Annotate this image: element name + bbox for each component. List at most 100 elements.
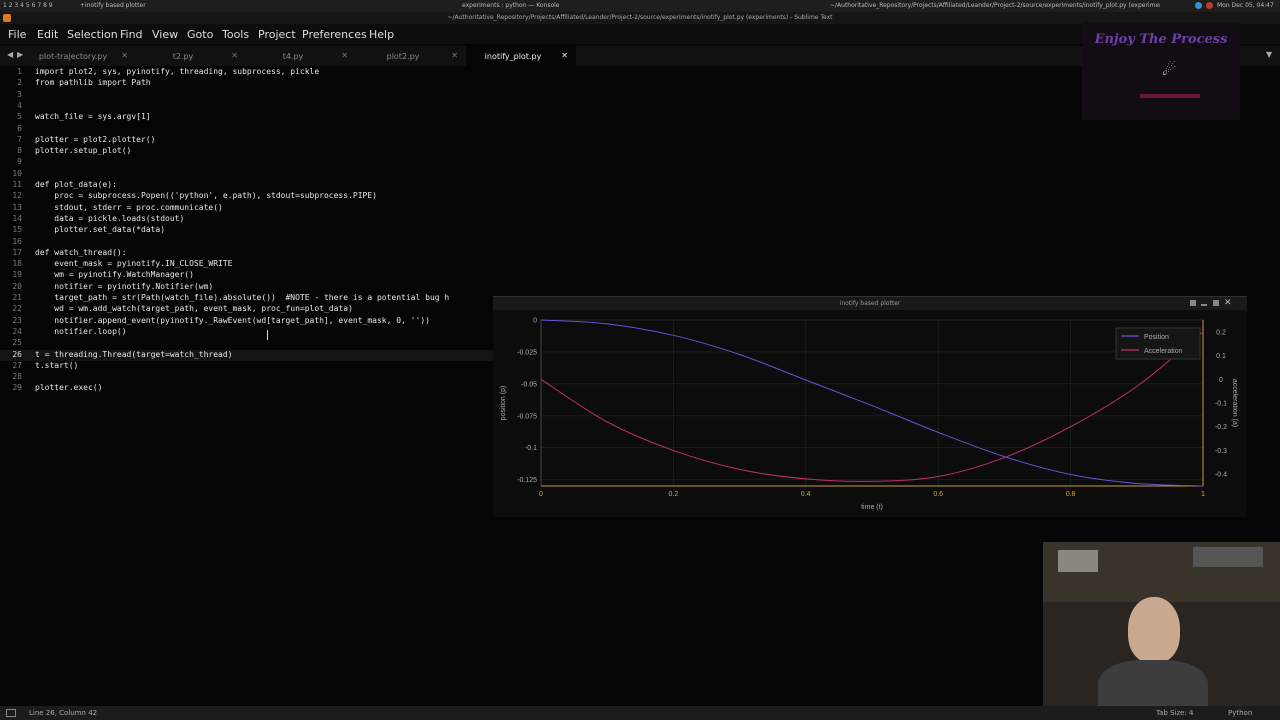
code-line: 14 data = pickle.loads(stdout) [0,214,490,225]
code-line: 21 target_path = str(Path(watch_file).ab… [0,293,490,304]
tab-plot2[interactable]: plot2.py ✕ [356,46,466,66]
menu-view[interactable]: View [152,28,178,41]
code-line: 15 plotter.set_data(*data) [0,225,490,236]
code-text: target_path = str(Path(watch_file).absol… [35,293,450,302]
y-tick-label-left: -0.075 [517,413,537,420]
code-line: 6 [0,124,490,135]
y-tick-label-right: -0.4 [1215,472,1227,479]
close-icon[interactable]: ✕ [1224,298,1232,308]
code-text: notifier.append_event(pyinotify._RawEven… [35,315,430,325]
x-tick-label: 0.8 [1066,491,1076,498]
tab-size[interactable]: Tab Size: 4 [1156,709,1193,717]
tab-label: t4.py [282,52,304,61]
line-number: 16 [12,236,22,246]
code-line: 7 plotter = plot2.plotter() [0,135,490,146]
menu-help[interactable]: Help [369,28,394,41]
webcam-equipment [1193,547,1263,567]
tab-label: plot-trajectory.py [38,52,108,61]
taskbar-window-plotter[interactable]: +inotify based plotter [80,2,146,9]
code-line: 4 [0,101,490,112]
menu-goto[interactable]: Goto [187,28,213,41]
workspace-switcher[interactable]: 1 2 3 4 5 6 7 8 9 [3,2,53,9]
plot-area [540,319,1204,487]
cursor-position: Line 26, Column 42 [29,709,98,717]
line-number: 24 [12,326,22,336]
line-number: 12 [12,191,22,201]
close-icon[interactable]: ✕ [231,51,238,60]
x-tick-label: 0.2 [669,491,679,498]
code-line: 10 [0,169,490,180]
y-tick-label-left: -0.05 [521,381,537,388]
tab-inotify-plot[interactable]: inotify_plot.py ✕ [466,46,576,66]
syntax-mode[interactable]: Python [1228,709,1252,717]
line-number: 7 [17,134,22,144]
close-icon[interactable]: ✕ [561,51,568,60]
y-axis-label-left: position (p) [500,386,507,421]
menu-project[interactable]: Project [258,28,296,41]
line-number: 8 [17,146,22,156]
menu-selection[interactable]: Selection [67,28,118,41]
line-number: 4 [17,100,22,110]
line-number: 1 [17,67,22,76]
close-icon[interactable]: ✕ [341,51,348,60]
tab-plot-trajectory[interactable]: plot-trajectory.py ✕ [26,46,136,66]
minimize-icon[interactable] [1201,304,1207,306]
line-number: 10 [12,168,22,178]
line-number: 23 [12,315,22,325]
system-taskbar: 1 2 3 4 5 6 7 8 9 +inotify based plotter… [0,0,1280,12]
code-line: 20 notifier = pyinotify.Notifier(wm) [0,282,490,293]
channel-logo: Enjoy The Process ☄ [1082,22,1240,120]
legend-label-position: Position [1144,334,1169,341]
line-number: 19 [12,270,22,280]
code-line: 8 plotter.setup_plot() [0,146,490,157]
y-tick-label-left: -0.025 [517,349,537,356]
code-text: watch_file = sys.argv[1] [35,112,151,122]
code-text: def watch_thread(): [35,247,127,257]
logo-text: Enjoy The Process [1094,32,1228,47]
maximize-icon[interactable] [1213,300,1219,306]
tab-scroll-left-icon[interactable]: ◀ [7,50,13,59]
code-text: from pathlib import Path [35,78,151,88]
code-text: data = pickle.loads(stdout) [35,213,185,223]
panel-toggle-icon[interactable] [6,709,16,717]
tab-list-dropdown-icon[interactable]: ▼ [1266,50,1272,59]
y-tick-label-right: 0.1 [1216,353,1226,360]
plotter-window[interactable]: inotify based plotter ✕ 0 0.2 0.4 0.6 0.8 1 0… [493,296,1247,517]
menu-edit[interactable]: Edit [37,28,58,41]
x-tick-label: 0 [539,491,543,498]
record-icon[interactable] [1206,2,1213,9]
code-text: t.start() [35,360,79,370]
code-line: 24 notifier.loop() [0,327,490,338]
menu-file[interactable]: File [8,28,26,41]
code-line-current: 26 t = threading.Thread(target=watch_thr… [0,349,493,361]
menu-preferences[interactable]: Preferences [302,28,367,41]
plotter-window-title: inotify based plotter [493,297,1247,310]
taskbar-window-sublime[interactable]: ~/Authoritative_Repository/Projects/Affi… [830,2,1160,9]
network-icon[interactable] [1195,2,1202,9]
line-number: 27 [12,360,22,370]
line-number: 9 [17,157,22,167]
line-number: 21 [12,293,22,302]
code-line: 12 proc = subprocess.Popen(('python', e.… [0,191,490,202]
position-acceleration-chart: 0 0.2 0.4 0.6 0.8 1 0 -0.025 -0.05 -0.075 -0.1 -0.… [500,318,1238,512]
menu-tools[interactable]: Tools [222,28,249,41]
code-text: stdout, stderr = proc.communicate() [35,202,223,212]
line-number: 2 [17,78,22,88]
taskbar-window-konsole[interactable]: experiments : python — Konsole [462,2,560,9]
code-line: 2 from pathlib import Path [0,78,490,89]
code-line: 28 [0,372,490,383]
window-menu-icon[interactable] [1190,300,1196,306]
code-text: plotter.set_data(*data) [35,225,166,235]
code-text: t = threading.Thread(target=watch_thread… [35,349,233,359]
tab-t4[interactable]: t4.py ✕ [246,46,356,66]
y-tick-labels-right: 0.2 0.1 0 -0.1 -0.2 -0.3 -0.4 [1215,329,1227,478]
code-line: 27 t.start() [0,361,490,372]
close-icon[interactable]: ✕ [451,51,458,60]
line-number: 6 [17,123,22,133]
tab-t2[interactable]: t2.py ✕ [136,46,246,66]
menu-find[interactable]: Find [120,28,143,41]
line-number: 18 [12,259,22,269]
tab-scroll-right-icon[interactable]: ▶ [17,50,23,59]
person-head [1128,597,1180,663]
close-icon[interactable]: ✕ [121,51,128,60]
